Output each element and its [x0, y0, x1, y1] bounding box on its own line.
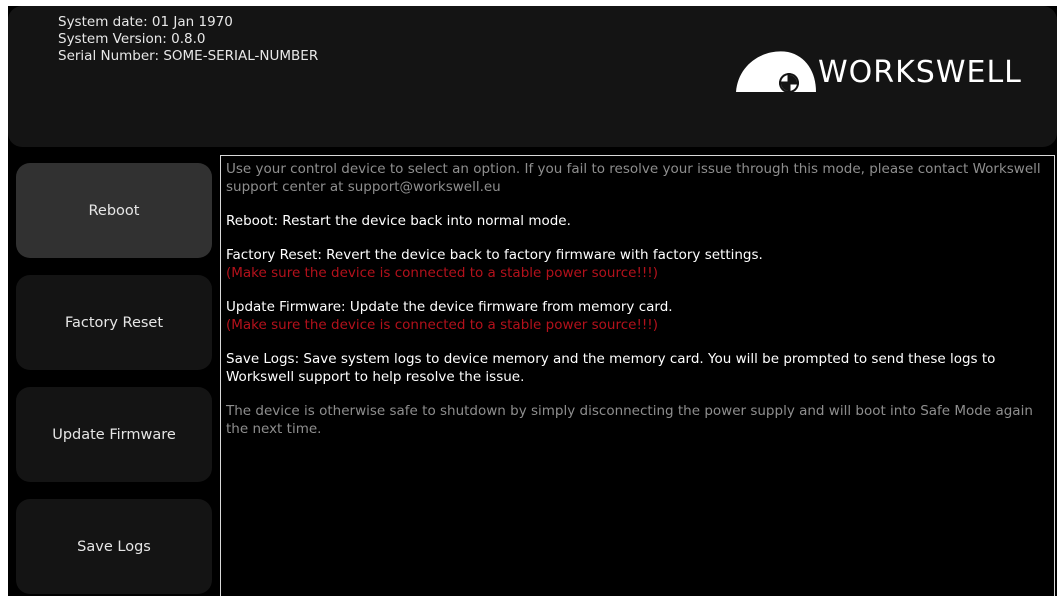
update-firmware-button[interactable]: Update Firmware	[16, 387, 212, 482]
safe-mode-screen: System date: 01 Jan 1970 System Version:…	[8, 6, 1057, 596]
update-firmware-warning: (Make sure the device is connected to a …	[226, 317, 658, 333]
intro-text: Use your control device to select an opt…	[226, 161, 1041, 195]
dome-logo-icon	[736, 51, 816, 93]
reboot-button[interactable]: Reboot	[16, 163, 212, 258]
factory-reset-text: Factory Reset: Revert the device back to…	[226, 247, 763, 263]
reboot-description: Reboot: Restart the device back into nor…	[226, 213, 571, 229]
shutdown-note: The device is otherwise safe to shutdown…	[226, 403, 1033, 437]
update-firmware-description: Update Firmware: Update the device firmw…	[226, 298, 1046, 334]
factory-reset-button[interactable]: Factory Reset	[16, 275, 212, 370]
save-logs-button-label: Save Logs	[77, 538, 151, 555]
factory-reset-warning: (Make sure the device is connected to a …	[226, 265, 658, 281]
serial-number: Serial Number: SOME-SERIAL-NUMBER	[58, 48, 319, 64]
save-logs-description: Save Logs: Save system logs to device me…	[226, 351, 996, 385]
save-logs-button[interactable]: Save Logs	[16, 499, 212, 594]
header-bar: System date: 01 Jan 1970 System Version:…	[8, 6, 1057, 147]
update-firmware-button-label: Update Firmware	[52, 426, 176, 443]
sidebar: Reboot Factory Reset Update Firmware Sav…	[8, 155, 220, 596]
reboot-button-label: Reboot	[88, 202, 140, 219]
system-version: System Version: 0.8.0	[58, 31, 206, 47]
system-date: System date: 01 Jan 1970	[58, 14, 233, 30]
workswell-logo: WORKSWELL	[734, 46, 1048, 96]
update-firmware-text: Update Firmware: Update the device firmw…	[226, 299, 673, 315]
factory-reset-button-label: Factory Reset	[64, 314, 164, 331]
system-info: System date: 01 Jan 1970 System Version:…	[58, 14, 318, 65]
info-panel: Use your control device to select an opt…	[220, 155, 1055, 596]
factory-reset-description: Factory Reset: Revert the device back to…	[226, 246, 1046, 282]
logo-wordmark: WORKSWELL	[818, 55, 1022, 90]
